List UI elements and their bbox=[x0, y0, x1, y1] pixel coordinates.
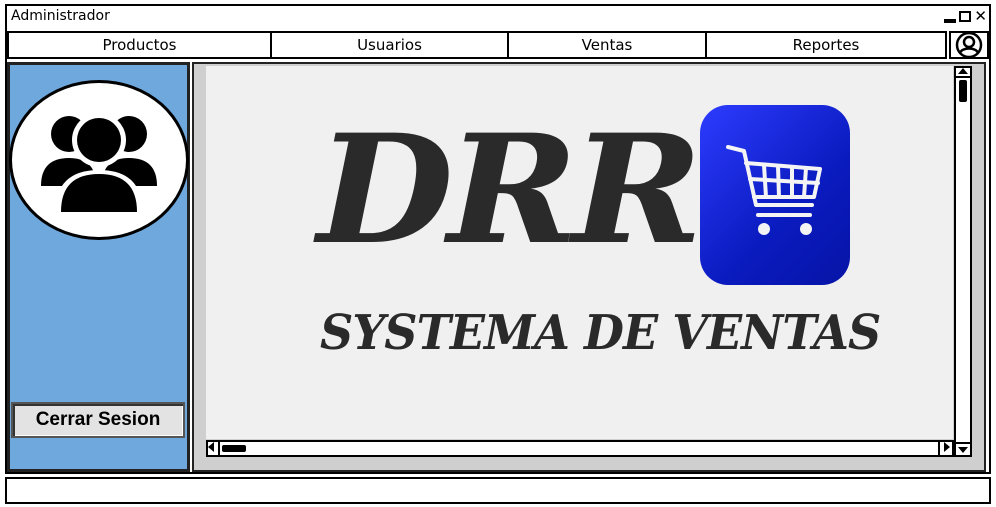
horizontal-scroll-thumb[interactable] bbox=[222, 445, 246, 452]
shopping-cart-icon bbox=[726, 145, 822, 235]
logout-button[interactable]: Cerrar Sesion bbox=[11, 402, 185, 438]
avatar bbox=[9, 80, 189, 240]
menu-item-productos[interactable]: Productos bbox=[9, 33, 272, 57]
scroll-right-arrow-icon[interactable] bbox=[938, 440, 954, 457]
user-account-button[interactable] bbox=[949, 31, 989, 59]
scroll-up-arrow-icon[interactable] bbox=[956, 66, 970, 78]
brand-tagline: SYSTEMA DE VENTAS bbox=[320, 305, 881, 361]
vertical-scrollbar[interactable] bbox=[954, 66, 972, 457]
menu-item-ventas[interactable]: Ventas bbox=[509, 33, 707, 57]
window-title: Administrador bbox=[11, 8, 110, 24]
horizontal-scrollbar[interactable] bbox=[206, 440, 954, 457]
close-icon[interactable]: ✕ bbox=[974, 8, 987, 24]
status-bar bbox=[5, 477, 991, 504]
window-controls: ✕ bbox=[944, 5, 987, 27]
brand-logo-text: DRR bbox=[317, 102, 703, 278]
user-account-icon bbox=[955, 32, 983, 58]
minimize-icon[interactable] bbox=[944, 19, 957, 23]
menu-item-reportes[interactable]: Reportes bbox=[707, 33, 945, 57]
vertical-scroll-thumb[interactable] bbox=[959, 80, 967, 102]
menu-item-usuarios[interactable]: Usuarios bbox=[272, 33, 509, 57]
scroll-left-arrow-icon[interactable] bbox=[206, 440, 220, 457]
user-group-icon bbox=[41, 113, 157, 214]
maximize-icon[interactable] bbox=[959, 10, 972, 22]
main-menu-bar: Productos Usuarios Ventas Reportes bbox=[7, 31, 947, 59]
scroll-down-arrow-icon[interactable] bbox=[956, 442, 970, 455]
shopping-cart-tile bbox=[700, 105, 850, 285]
